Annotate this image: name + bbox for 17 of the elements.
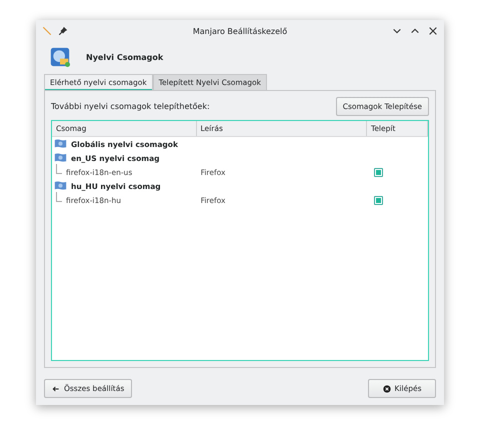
checkbox[interactable] bbox=[374, 196, 384, 204]
arrow-left-icon bbox=[52, 384, 60, 392]
close-icon[interactable] bbox=[428, 26, 438, 36]
info-text: További nyelvi csomagok telepíthetőek: bbox=[51, 102, 210, 111]
window-title: Manjaro Beállításkezelő bbox=[192, 26, 288, 36]
tree-line bbox=[56, 164, 62, 174]
language-package-icon bbox=[50, 47, 70, 67]
pin-icon[interactable] bbox=[58, 26, 68, 36]
maximize-icon[interactable] bbox=[410, 26, 420, 36]
tree-line bbox=[56, 192, 62, 202]
checkbox[interactable] bbox=[374, 168, 384, 176]
flag-icon bbox=[54, 153, 67, 163]
minimize-icon[interactable] bbox=[392, 26, 402, 36]
close-circle-icon bbox=[382, 384, 390, 392]
page-title: Nyelvi Csomagok bbox=[86, 52, 164, 62]
flag-icon bbox=[54, 139, 67, 149]
flag-icon bbox=[54, 181, 67, 191]
